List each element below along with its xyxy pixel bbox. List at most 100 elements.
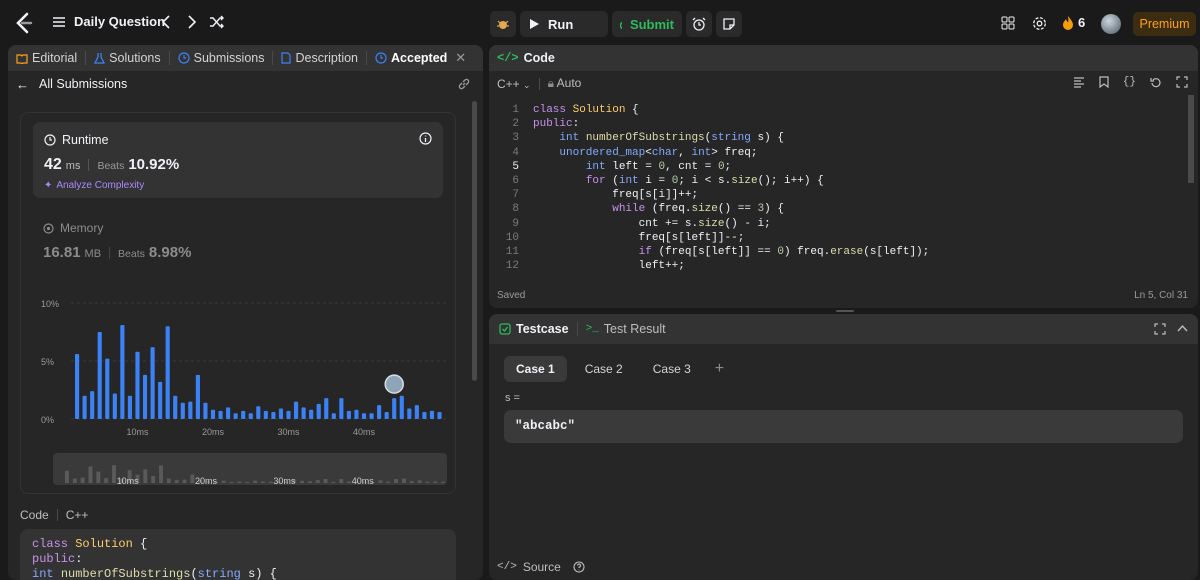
bookmark-icon[interactable]	[1099, 76, 1109, 88]
distribution-bar[interactable]	[354, 409, 359, 419]
distribution-bar[interactable]	[361, 413, 367, 419]
expand-icon[interactable]	[1176, 76, 1188, 88]
distribution-bar[interactable]	[203, 402, 208, 419]
distribution-bar[interactable]	[263, 410, 268, 419]
tab-accepted[interactable]: Accepted ✕	[367, 45, 474, 71]
language-select[interactable]: C++ ⌄	[497, 77, 531, 91]
distribution-bar[interactable]	[414, 405, 419, 419]
case-tab-3[interactable]: Case 3	[641, 356, 703, 382]
distribution-bar[interactable]	[377, 405, 382, 419]
timer-button[interactable]	[686, 11, 712, 37]
editor-line[interactable]: 12 left++;	[489, 259, 1179, 273]
editor-line[interactable]: 6 for (int i = 0; i < s.size(); i++) {	[489, 174, 1179, 188]
distribution-bar[interactable]	[97, 332, 102, 419]
editor-line[interactable]: 10 freq[s[left]]--;	[489, 231, 1179, 245]
next-question-button[interactable]	[183, 13, 201, 31]
settings-gear-icon[interactable]	[1032, 16, 1047, 31]
testcase-input-field[interactable]: "abcabc"	[504, 410, 1183, 443]
autocomplete-mode[interactable]: 🔒︎ Auto	[548, 76, 582, 91]
streak-counter[interactable]: 6	[1062, 15, 1085, 30]
distribution-bar[interactable]	[75, 354, 80, 419]
distribution-bar[interactable]	[301, 407, 306, 419]
distribution-bar[interactable]	[233, 413, 238, 419]
submit-button[interactable]: Submit	[612, 11, 682, 37]
editor-line[interactable]: 8 while (freq.size() == 3) {	[489, 202, 1179, 216]
distribution-bar[interactable]	[165, 326, 170, 419]
distribution-bar[interactable]	[248, 413, 253, 419]
reset-icon[interactable]	[1150, 76, 1162, 88]
run-button[interactable]: Run	[520, 11, 608, 37]
info-icon[interactable]	[419, 132, 432, 145]
leetcode-logo[interactable]	[14, 12, 34, 34]
distribution-bar[interactable]	[195, 374, 200, 419]
distribution-bar[interactable]	[309, 409, 314, 419]
distribution-bar[interactable]	[339, 398, 344, 419]
help-icon[interactable]	[573, 561, 585, 573]
tab-solutions[interactable]: Solutions	[86, 45, 168, 71]
tab-editorial[interactable]: Editorial	[8, 45, 85, 71]
case-tab-2[interactable]: Case 2	[573, 356, 635, 382]
format-align-icon[interactable]	[1073, 76, 1085, 88]
distribution-bar[interactable]	[241, 410, 246, 419]
chevron-up-icon[interactable]	[1177, 324, 1188, 332]
distribution-bar[interactable]	[188, 401, 193, 419]
your-submission-avatar[interactable]	[384, 374, 404, 394]
distribution-bar[interactable]	[112, 393, 117, 419]
distribution-bar[interactable]	[120, 325, 125, 419]
link-icon[interactable]	[457, 77, 471, 91]
editor-line[interactable]: 4 unordered_map<char, int> freq;	[489, 146, 1179, 160]
distribution-bar[interactable]	[150, 347, 155, 419]
distribution-bar[interactable]	[226, 407, 231, 419]
close-tab-icon[interactable]: ✕	[455, 50, 466, 66]
grid-layout-icon[interactable]	[1001, 16, 1015, 30]
editor-line[interactable]: 7 freq[s[i]]++;	[489, 188, 1179, 202]
distribution-bar[interactable]	[180, 402, 185, 419]
tab-testcase[interactable]: Testcase	[499, 322, 569, 336]
runtime-distribution-chart[interactable]: 10% 5% 0% 10ms 20ms 30ms 40ms	[21, 291, 457, 453]
distribution-bar[interactable]	[422, 412, 427, 419]
source-link[interactable]: </> Source	[497, 560, 585, 574]
distribution-bar[interactable]	[384, 412, 389, 419]
editor-line[interactable]: 1 class Solution {	[489, 103, 1179, 117]
distribution-bar[interactable]	[90, 391, 95, 419]
editor-line[interactable]: 3 int numberOfSubstrings(string s) {	[489, 131, 1179, 145]
prev-question-button[interactable]	[157, 13, 175, 31]
distribution-bar[interactable]	[278, 408, 284, 419]
distribution-bar[interactable]	[286, 410, 291, 419]
tab-description[interactable]: Description	[273, 45, 366, 71]
distribution-bar[interactable]	[218, 410, 223, 419]
tab-submissions[interactable]: Submissions	[170, 45, 273, 71]
debug-button[interactable]	[490, 11, 516, 37]
left-scrollbar[interactable]	[472, 101, 477, 381]
editor-scrollbar[interactable]	[1188, 95, 1194, 183]
editor-line[interactable]: 5 int left = 0, cnt = 0;	[489, 160, 1179, 174]
distribution-bar[interactable]	[331, 413, 336, 419]
braces-icon[interactable]: {}	[1123, 76, 1136, 88]
daily-question-link[interactable]: Daily Question	[52, 14, 165, 29]
user-avatar[interactable]	[1101, 14, 1121, 34]
case-tab-1[interactable]: Case 1	[504, 356, 567, 382]
distribution-bar[interactable]	[324, 398, 329, 419]
memory-section[interactable]: Memory	[43, 221, 103, 235]
distribution-bar[interactable]	[293, 401, 299, 419]
distribution-bar[interactable]	[271, 412, 276, 419]
arrow-left-icon[interactable]: ←	[16, 77, 29, 92]
editor-line[interactable]: 11 if (freq[s[left]] == 0) freq.erase(s[…	[489, 245, 1179, 259]
distribution-bar[interactable]	[158, 381, 163, 419]
distribution-bar[interactable]	[316, 403, 321, 419]
distribution-bar[interactable]	[173, 395, 178, 419]
distribution-bar[interactable]	[392, 398, 397, 419]
editor-line[interactable]: 9 cnt += s.size() - i;	[489, 217, 1179, 231]
maximize-icon[interactable]	[1154, 323, 1166, 335]
editor-line[interactable]: 2 public:	[489, 117, 1179, 131]
random-question-button[interactable]	[208, 13, 226, 31]
analyze-complexity-button[interactable]: ✦ Analyze Complexity	[44, 180, 144, 191]
distribution-bar[interactable]	[135, 351, 140, 419]
runtime-card[interactable]: Runtime 42 ms Beats 10.92% ✦ Analyze Com…	[33, 122, 443, 198]
distribution-bar[interactable]	[346, 410, 351, 419]
distribution-bar[interactable]	[210, 409, 216, 419]
panel-resize-handle[interactable]	[836, 310, 854, 312]
distribution-bar[interactable]	[369, 413, 374, 419]
premium-button[interactable]: Premium	[1133, 12, 1196, 36]
notes-button[interactable]	[716, 11, 742, 37]
